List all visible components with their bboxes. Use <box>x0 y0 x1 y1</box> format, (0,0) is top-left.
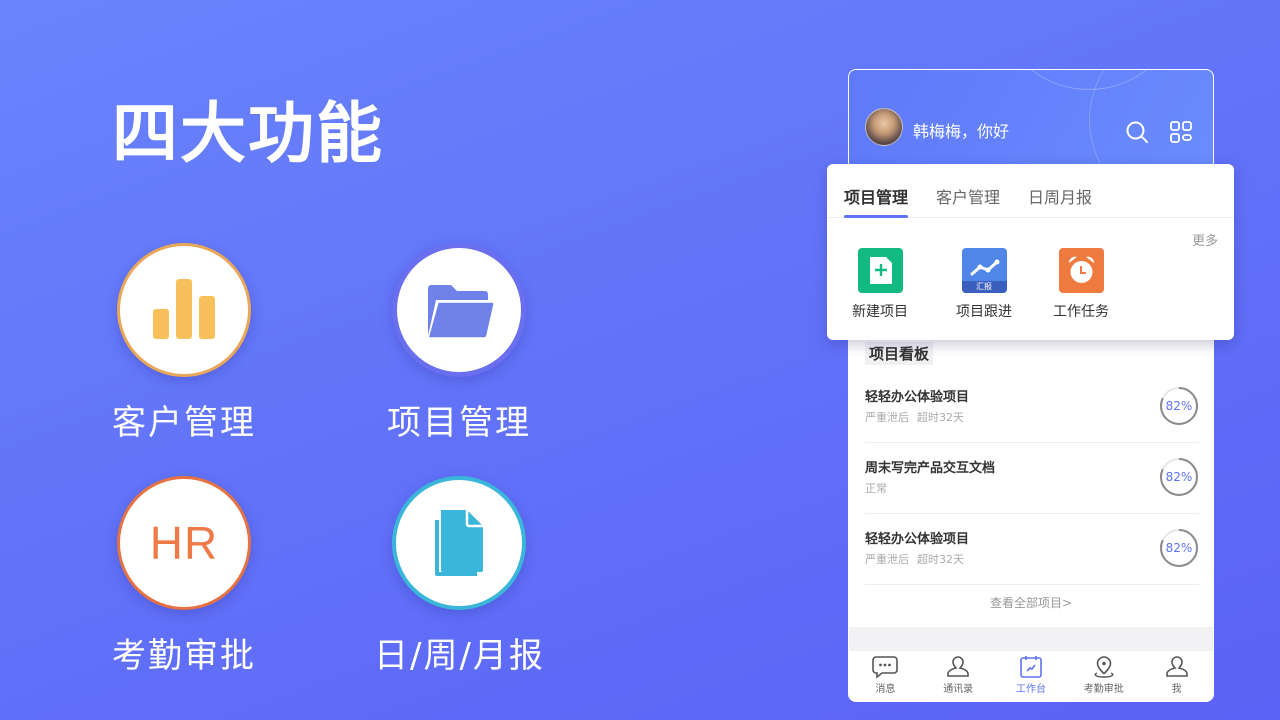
tab-project-management[interactable]: 项目管理 <box>844 164 909 218</box>
module-tab-card: 项目管理 客户管理 日周月报 更多 新建项目 汇报 项目跟进 工作任务 <box>827 164 1234 340</box>
workbench-icon <box>1020 656 1042 678</box>
tab-customer-management[interactable]: 客户管理 <box>936 164 1000 217</box>
header-decoration <box>1089 70 1213 170</box>
greeting-text: 韩梅梅，你好 <box>913 122 1010 141</box>
quick-action-work-tasks[interactable]: 工作任务 <box>1036 248 1126 321</box>
project-name: 轻轻办公体验项目 <box>865 532 970 547</box>
feature-icon-circle <box>117 243 251 377</box>
feature-reports[interactable]: 日/周/月报 <box>374 476 544 677</box>
feature-label: 日/周/月报 <box>374 636 545 676</box>
tabbar-item-workbench[interactable]: 工作台 <box>995 651 1068 701</box>
section-divider <box>849 627 1213 653</box>
feature-icon-circle: HR <box>117 476 251 610</box>
feature-attendance-approval[interactable]: HR 考勤审批 <box>99 476 269 677</box>
quick-action-label: 新建项目 <box>852 304 908 320</box>
progress-label: 82% <box>1165 541 1193 555</box>
progress-label: 82% <box>1165 470 1193 484</box>
feature-icon-circle <box>392 243 526 377</box>
alarm-clock-icon <box>1058 248 1104 293</box>
project-list: 轻轻办公体验项目 严重泄后 超时32天 82% 周末写完产品交互文档 正常 82… <box>865 372 1199 585</box>
project-item[interactable]: 轻轻办公体验项目 严重泄后 超时32天 82% <box>865 514 1199 585</box>
view-all-projects-link[interactable]: 查看全部项目> <box>849 594 1213 611</box>
feature-label: 考勤审批 <box>112 636 256 676</box>
progress-label: 82% <box>1165 399 1193 413</box>
report-trend-icon: 汇报 <box>961 248 1007 293</box>
project-status: 严重泄后 <box>865 553 909 566</box>
project-item[interactable]: 周末写完产品交互文档 正常 82% <box>865 443 1199 514</box>
project-status: 正常 <box>865 482 887 495</box>
message-icon <box>872 656 899 679</box>
tabbar-label: 我 <box>1171 684 1182 695</box>
feature-label: 项目管理 <box>387 403 531 443</box>
tabbar-label: 工作台 <box>1015 684 1046 695</box>
more-link[interactable]: 更多 <box>1192 230 1218 249</box>
tabbar-item-contacts[interactable]: 通讯录 <box>922 651 995 701</box>
new-file-icon <box>857 248 903 293</box>
phone-header: 韩梅梅，你好 <box>849 70 1213 170</box>
project-meta: 严重泄后 超时32天 <box>865 551 964 567</box>
project-name: 轻轻办公体验项目 <box>865 390 970 405</box>
feature-label: 客户管理 <box>112 403 256 443</box>
grid-icon[interactable] <box>1169 120 1193 144</box>
feature-customer-management[interactable]: 客户管理 <box>99 243 269 444</box>
quick-action-project-followup[interactable]: 汇报 项目跟进 <box>939 248 1029 321</box>
project-meta: 严重泄后 超时32天 <box>865 409 964 425</box>
feature-project-management[interactable]: 项目管理 <box>374 243 544 444</box>
report-band-label: 汇报 <box>961 281 1007 293</box>
quick-action-label: 工作任务 <box>1053 304 1109 320</box>
profile-icon <box>1165 656 1188 677</box>
contacts-icon <box>947 656 969 677</box>
module-tabs: 项目管理 客户管理 日周月报 <box>827 164 1234 218</box>
page-title: 四大功能 <box>112 95 384 172</box>
tabbar-item-me[interactable]: 我 <box>1140 651 1213 701</box>
tabbar-label: 考勤审批 <box>1083 684 1124 695</box>
tabbar-label: 通讯录 <box>943 684 974 695</box>
project-overdue: 超时32天 <box>917 553 964 566</box>
location-icon <box>1094 656 1114 678</box>
project-overdue: 超时32天 <box>917 411 964 424</box>
folder-icon <box>427 285 494 339</box>
tabbar-label: 消息 <box>875 684 896 695</box>
board-title: 项目看板 <box>865 342 934 365</box>
feature-icon-circle <box>392 476 526 610</box>
tabbar-item-attendance[interactable]: 考勤审批 <box>1067 651 1140 701</box>
project-meta: 正常 <box>865 480 887 496</box>
tabbar-item-messages[interactable]: 消息 <box>849 651 922 701</box>
quick-action-new-project[interactable]: 新建项目 <box>835 248 925 321</box>
project-name: 周末写完产品交互文档 <box>865 461 996 476</box>
document-icon <box>435 510 483 576</box>
search-icon[interactable] <box>1125 120 1149 144</box>
bottom-tab-bar: 消息 通讯录 工作台 考勤审批 我 <box>849 651 1213 701</box>
project-item[interactable]: 轻轻办公体验项目 严重泄后 超时32天 82% <box>865 372 1199 443</box>
bar-chart-icon <box>153 279 215 339</box>
avatar[interactable] <box>865 108 903 146</box>
tab-reports[interactable]: 日周月报 <box>1028 164 1092 217</box>
hr-icon: HR <box>149 517 219 569</box>
quick-action-label: 项目跟进 <box>956 304 1012 320</box>
project-status: 严重泄后 <box>865 411 909 424</box>
